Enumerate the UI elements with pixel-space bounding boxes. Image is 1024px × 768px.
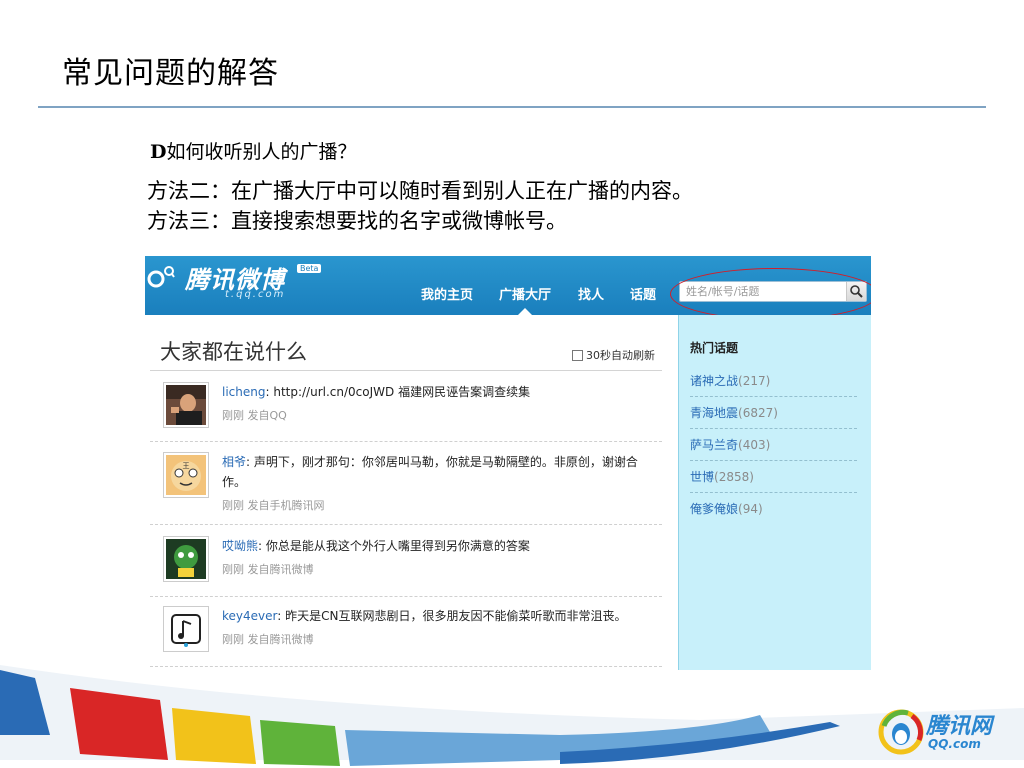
post-body: 哎呦熊: 你总是能从我这个外行人嘴里得到另你满意的答案 刚刚 发自腾讯微博: [222, 536, 652, 580]
music-note-icon: [166, 609, 206, 649]
topic-count: (94): [738, 502, 763, 516]
topic-name[interactable]: 世博: [690, 470, 714, 484]
post-body: licheng: http://url.cn/0coJWD 福建网民诬告案调查续…: [222, 382, 652, 426]
avatar[interactable]: 王: [163, 452, 209, 498]
post-separator: [150, 524, 662, 525]
topic-name[interactable]: 俺爹俺娘: [690, 502, 738, 516]
question-text: 如何收听别人的广播？: [166, 141, 357, 163]
avatar-image-icon: 王: [166, 455, 206, 495]
post-text: : 昨天是CN互联网悲剧日，很多朋友因不能偷菜听歌而非常沮丧。: [277, 609, 627, 623]
qq-penguin-logo-icon: [878, 709, 924, 755]
hot-topics-sidebar: 热门话题 诸神之战(217) 青海地震(6827) 萨马兰奇(403) 世博(2…: [678, 315, 871, 670]
post-separator: [150, 441, 662, 442]
post-body: key4ever: 昨天是CN互联网悲剧日，很多朋友因不能偷菜听歌而非常沮丧。 …: [222, 606, 652, 650]
topic-name[interactable]: 诸神之战: [690, 374, 738, 388]
topic-name[interactable]: 萨马兰奇: [690, 438, 738, 452]
topic-count: (6827): [738, 406, 778, 420]
weibo-logo-icon: [147, 266, 175, 288]
hot-topic-item[interactable]: 世博(2858): [690, 461, 857, 493]
feed-divider: [150, 370, 662, 371]
post-separator: [150, 596, 662, 597]
post-text: : 声明下，刚才那句：你邻居叫马勒，你就是马勒隔壁的。非原创，谢谢合作。: [222, 455, 638, 489]
slide-title: 常见问题的解答: [62, 56, 279, 91]
post-username[interactable]: key4ever: [222, 609, 277, 623]
active-nav-indicator: [518, 308, 532, 315]
nav-broadcast-hall[interactable]: 广播大厅: [499, 284, 551, 303]
method-three-text: 方法三：直接搜索想要找的名字或微博帐号。: [147, 209, 567, 233]
auto-refresh-checkbox[interactable]: [572, 349, 583, 361]
avatar-image-icon: [166, 539, 206, 579]
post-meta: 刚刚 发自腾讯微博: [222, 563, 314, 576]
post-meta: 刚刚 发自QQ: [222, 409, 287, 422]
post-meta: 刚刚 发自腾讯微博: [222, 633, 314, 646]
weibo-domain: t.qq.com: [225, 289, 286, 300]
hot-topic-item[interactable]: 俺爹俺娘(94): [690, 493, 857, 525]
post-body: 相爷: 声明下，刚才那句：你邻居叫马勒，你就是马勒隔壁的。非原创，谢谢合作。 刚…: [222, 452, 652, 516]
avatar[interactable]: [163, 382, 209, 428]
decorative-color-band: [0, 665, 1024, 766]
weibo-screenshot: 腾讯微博 Beta t.qq.com 我的主页 广播大厅 找人 话题 大家都在说…: [145, 256, 871, 670]
hot-topic-item[interactable]: 诸神之战(217): [690, 365, 857, 397]
topic-count: (217): [738, 374, 771, 388]
brand-name: 腾讯网: [926, 714, 993, 739]
auto-refresh-toggle[interactable]: 30秒自动刷新: [572, 347, 655, 363]
svg-text:王: 王: [183, 462, 190, 470]
auto-refresh-label: 30秒自动刷新: [586, 349, 655, 362]
post-text: : http://url.cn/0coJWD 福建网民诬告案调查续集: [265, 385, 531, 399]
topic-name[interactable]: 青海地震: [690, 406, 738, 420]
nav-topics[interactable]: 话题: [630, 284, 656, 303]
brand-domain: QQ.com: [928, 737, 981, 751]
nav-find-people[interactable]: 找人: [578, 284, 604, 303]
question-heading: D如何收听别人的广播？: [150, 137, 357, 164]
post-text: : 你总是能从我这个外行人嘴里得到另你满意的答案: [258, 539, 530, 553]
feed-title: 大家都在说什么: [160, 340, 307, 364]
topic-count: (2858): [714, 470, 754, 484]
avatar[interactable]: [163, 536, 209, 582]
search-highlight-annotation: [670, 268, 871, 320]
hot-topics-title: 热门话题: [690, 341, 739, 355]
topic-count: (403): [738, 438, 771, 452]
avatar-image-icon: [166, 385, 206, 425]
post-username[interactable]: licheng: [222, 385, 265, 399]
post-meta: 刚刚 发自手机腾讯网: [222, 499, 325, 512]
post-username[interactable]: 相爷: [222, 455, 246, 469]
beta-badge: Beta: [297, 264, 322, 273]
question-prefix: D: [150, 141, 167, 163]
title-divider: [38, 106, 986, 108]
avatar[interactable]: [163, 606, 209, 652]
hot-topic-item[interactable]: 萨马兰奇(403): [690, 429, 857, 461]
nav-my-home[interactable]: 我的主页: [421, 284, 473, 303]
post-username[interactable]: 哎呦熊: [222, 539, 258, 553]
hot-topic-item[interactable]: 青海地震(6827): [690, 397, 857, 429]
method-two-text: 方法二：在广播大厅中可以随时看到别人正在广播的内容。: [147, 179, 693, 203]
